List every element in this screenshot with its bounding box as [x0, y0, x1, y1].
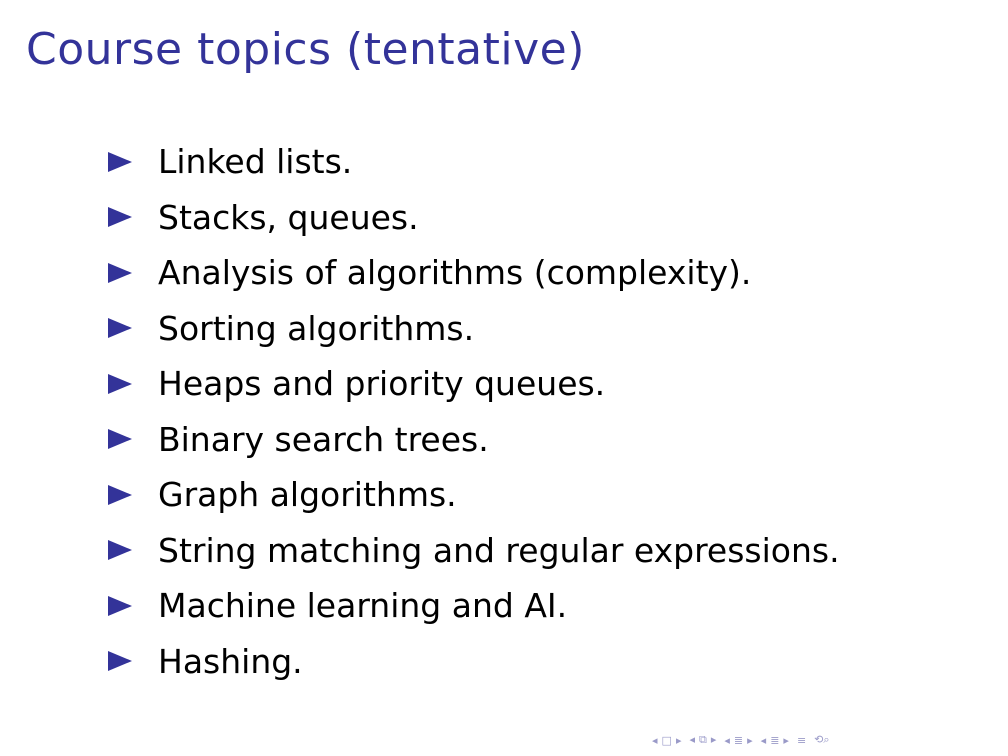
topic-label: Analysis of algorithms (complexity). [158, 253, 752, 293]
nav-doc-prev-icon[interactable]: ◂ [761, 734, 767, 747]
list-item: Linked lists. [108, 134, 840, 190]
triangle-right-icon [108, 651, 132, 672]
nav-subsection-icon[interactable]: ⧉ [699, 733, 707, 747]
topic-label: Stacks, queues. [158, 197, 419, 237]
topic-label: Sorting algorithms. [158, 308, 475, 348]
subsection-nav-group: ◂ ⧉ ▸ [689, 733, 720, 747]
topic-label: Graph algorithms. [158, 475, 457, 515]
nav-frame-icon[interactable]: □ [662, 734, 672, 747]
topic-label: Machine learning and AI. [158, 586, 568, 626]
nav-doc-icon[interactable]: ≣ [770, 734, 779, 747]
triangle-right-icon [108, 429, 132, 450]
list-item: Sorting algorithms. [108, 301, 840, 357]
topic-label: Linked lists. [158, 142, 353, 182]
triangle-right-icon [108, 595, 132, 616]
nav-subsection-prev-icon[interactable]: ◂ [689, 733, 695, 746]
topic-list: Linked lists. Stacks, queues. Analysis o… [108, 134, 840, 689]
list-item: Hashing. [108, 634, 840, 690]
triangle-right-icon [108, 484, 132, 505]
nav-section-next-icon[interactable]: ▸ [747, 734, 753, 747]
frame-nav-group: ◂ □ ▸ [652, 734, 685, 747]
triangle-right-icon [108, 151, 132, 172]
slide-title: Course topics (tentative) [26, 24, 585, 75]
nav-search-icon[interactable]: ⟲⌕ [814, 733, 829, 747]
list-item: Stacks, queues. [108, 190, 840, 246]
list-item: String matching and regular expressions. [108, 523, 840, 579]
triangle-right-icon [108, 318, 132, 339]
list-item: Machine learning and AI. [108, 578, 840, 634]
nav-section-icon[interactable]: ≣ [734, 734, 743, 747]
nav-frame-next-icon[interactable]: ▸ [676, 734, 682, 747]
triangle-right-icon [108, 373, 132, 394]
nav-doc-next-icon[interactable]: ▸ [783, 734, 789, 747]
list-item: Graph algorithms. [108, 467, 840, 523]
nav-section-prev-icon[interactable]: ◂ [724, 734, 730, 747]
nav-subsection-next-icon[interactable]: ▸ [711, 733, 717, 746]
section-nav-group: ◂ ≣ ▸ [724, 734, 756, 747]
topic-label: Heaps and priority queues. [158, 364, 606, 404]
triangle-right-icon [108, 207, 132, 228]
triangle-right-icon [108, 262, 132, 283]
triangle-right-icon [108, 540, 132, 561]
beamer-navigation-bar: ◂ □ ▸ ◂ ⧉ ▸ ◂ ≣ ▸ ◂ ≣ ▸ ≡ ⟲⌕ [652, 730, 834, 750]
doc-nav-group: ◂ ≣ ▸ [761, 734, 793, 747]
list-item: Analysis of algorithms (complexity). [108, 245, 840, 301]
align-nav-group: ≡ [797, 734, 810, 747]
list-item: Heaps and priority queues. [108, 356, 840, 412]
topic-label: String matching and regular expressions. [158, 530, 840, 570]
list-item: Binary search trees. [108, 412, 840, 468]
topic-label: Binary search trees. [158, 419, 489, 459]
nav-frame-prev-icon[interactable]: ◂ [652, 734, 658, 747]
topic-label: Hashing. [158, 641, 303, 681]
nav-align-icon[interactable]: ≡ [797, 734, 806, 747]
